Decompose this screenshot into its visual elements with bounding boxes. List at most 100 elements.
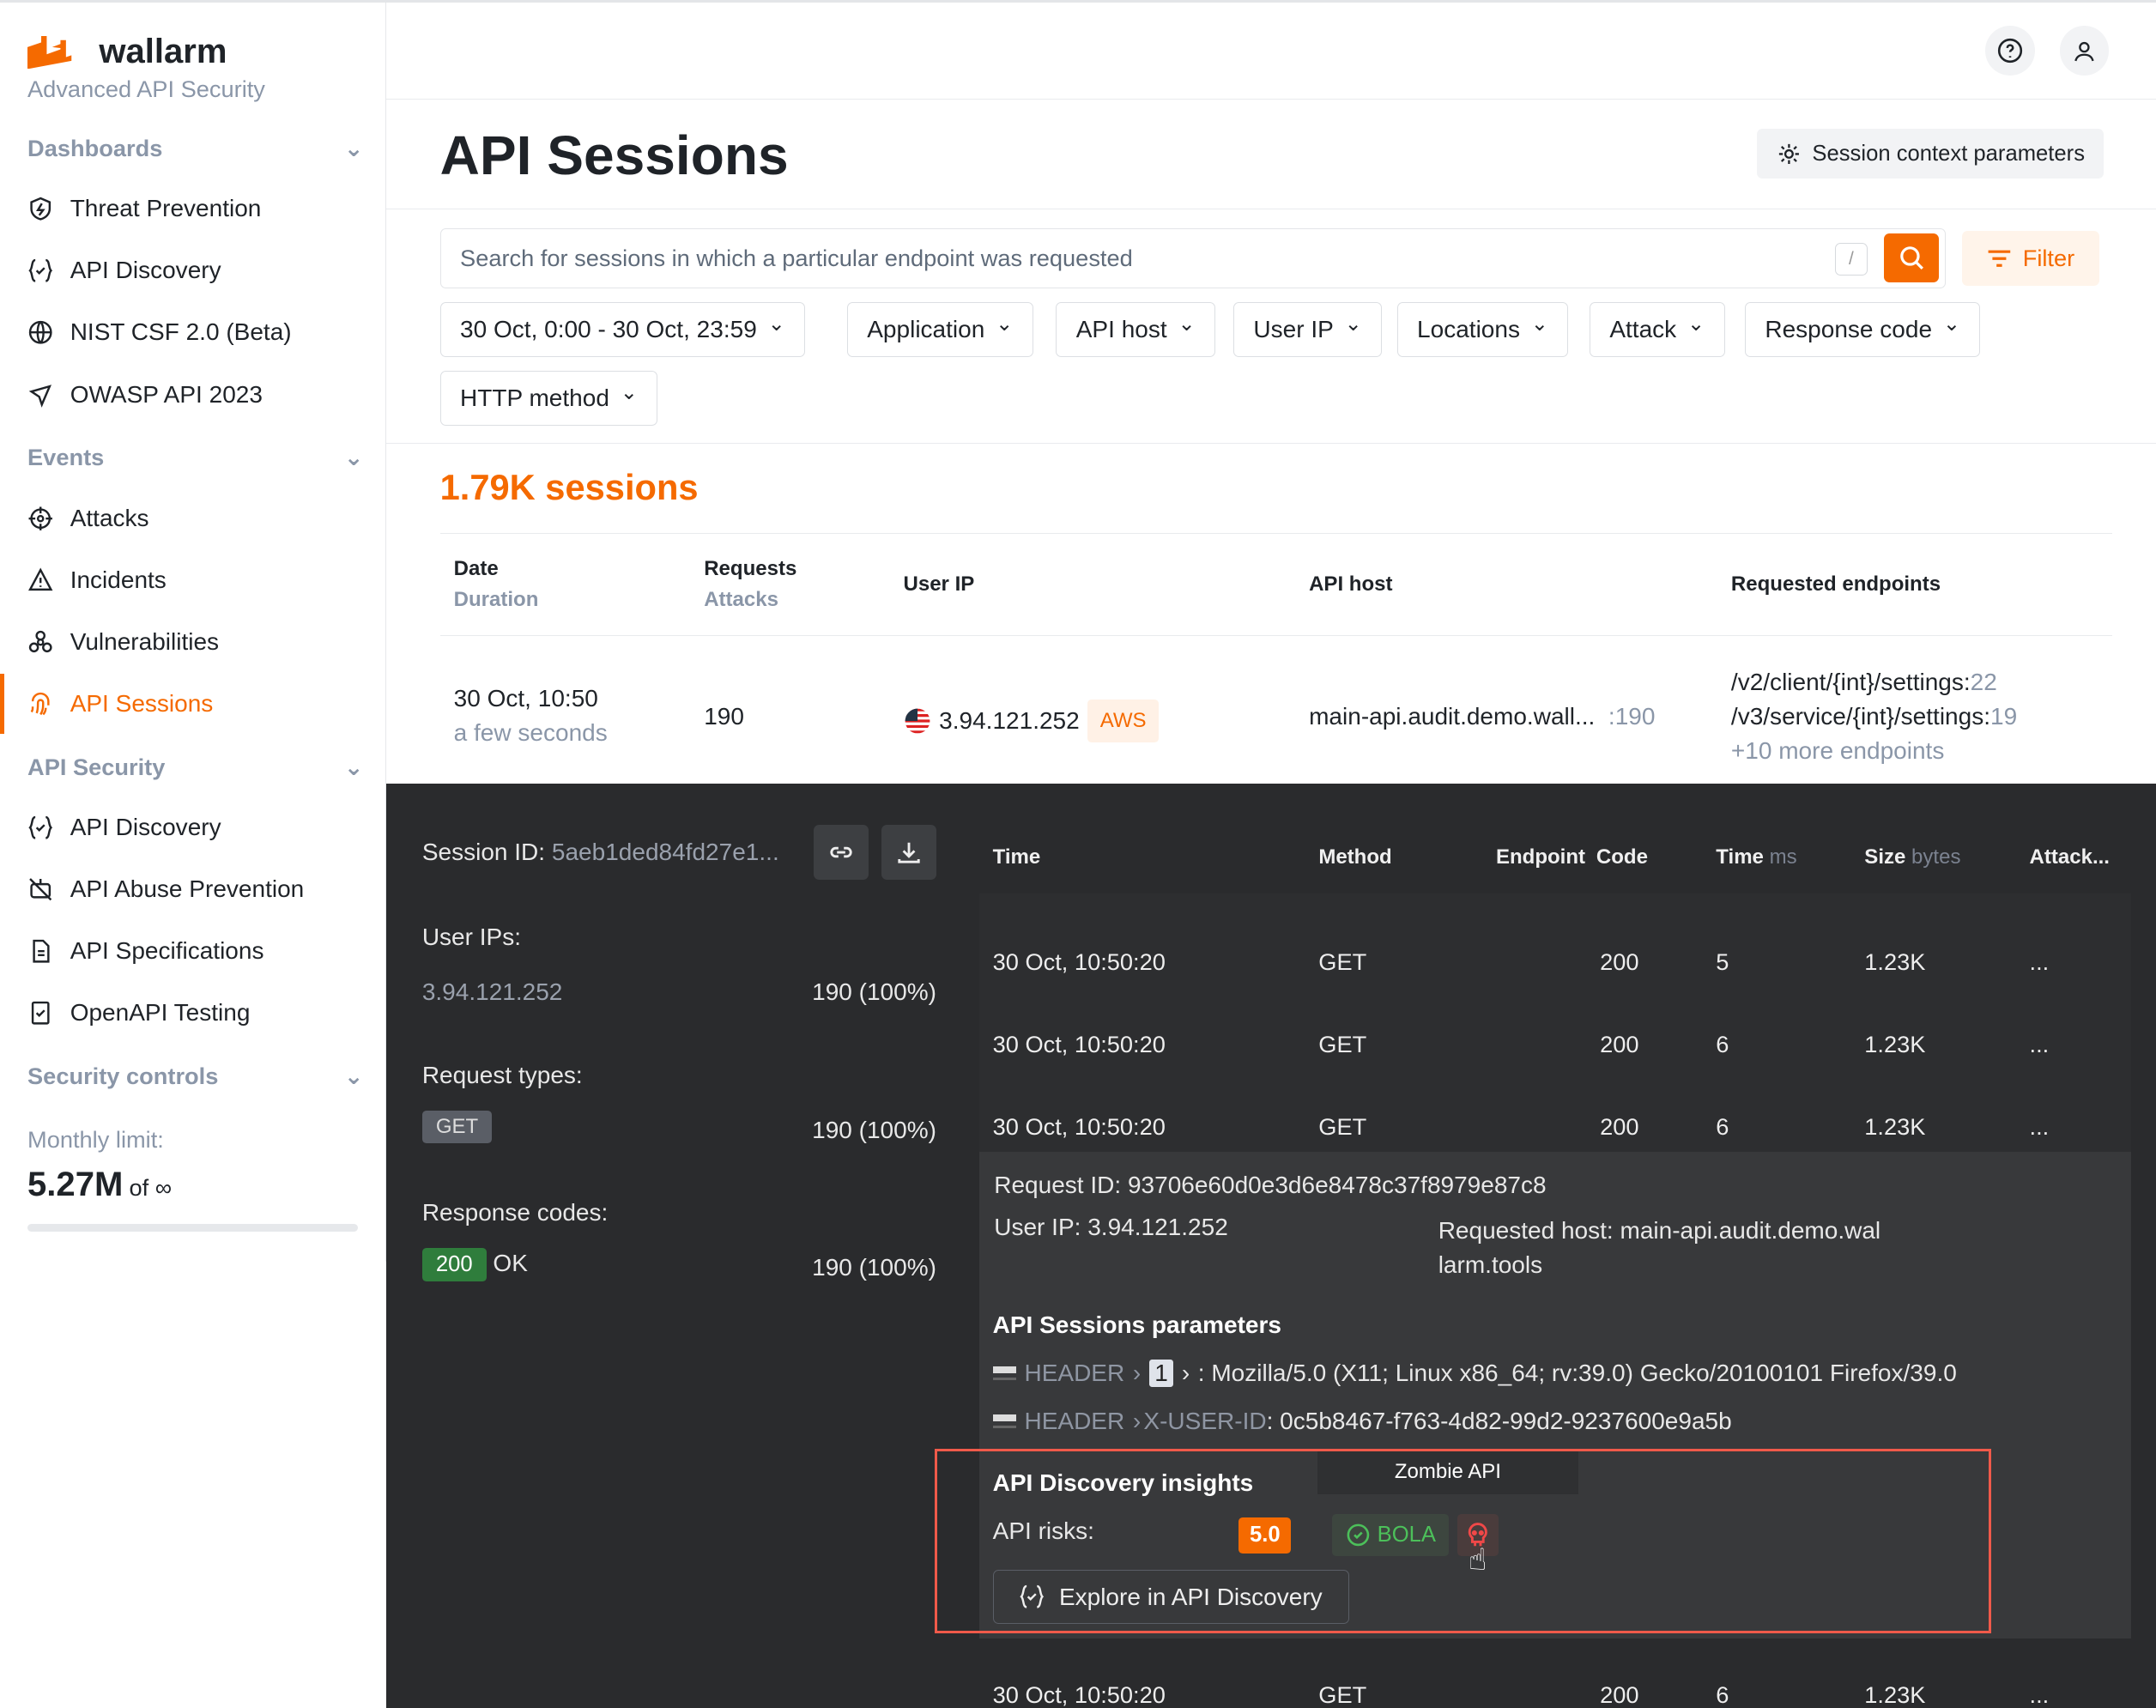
host-count: :190 xyxy=(1608,703,1656,730)
response-code-dropdown[interactable]: Response code xyxy=(1744,302,1981,358)
section-security-controls[interactable]: Security controls ⌄ xyxy=(27,1063,364,1090)
brand-name: wallarm xyxy=(99,33,227,71)
param-source: HEADER xyxy=(1024,1408,1125,1435)
section-dashboards[interactable]: Dashboards ⌄ xyxy=(27,135,364,162)
filter-button[interactable]: Filter xyxy=(1962,230,2100,286)
chevron-down-icon: ⌄ xyxy=(343,1063,364,1090)
label: Session ID: xyxy=(421,839,546,866)
copy-link-button[interactable] xyxy=(814,824,869,881)
cell-size: 1.23K xyxy=(1864,948,1926,976)
header-sub: Duration xyxy=(453,587,539,611)
search-icon xyxy=(1900,246,1924,270)
link-icon xyxy=(830,846,852,858)
divider xyxy=(439,634,2112,636)
col-date[interactable]: Date Duration xyxy=(454,554,539,615)
sidebar-item-owasp[interactable]: OWASP API 2023 xyxy=(27,381,263,409)
sidebar-item-openapi-testing[interactable]: OpenAPI Testing xyxy=(27,999,250,1027)
col-user-ip[interactable]: User IP xyxy=(904,569,975,599)
locations-dropdown[interactable]: Locations xyxy=(1396,302,1569,358)
cell-size: 1.23K xyxy=(1864,1031,1926,1058)
session-context-parameters-button[interactable]: Session context parameters xyxy=(1757,129,2105,179)
user-ip-value[interactable]: 3.94.121.252 xyxy=(422,978,563,1006)
section-api-security[interactable]: API Security ⌄ xyxy=(27,754,364,781)
col-size[interactable]: Size bytes xyxy=(1864,845,1960,869)
section-events[interactable]: Events ⌄ xyxy=(27,444,364,471)
session-row-date[interactable]: 30 Oct, 10:50 a few seconds xyxy=(454,681,608,750)
section-label: Dashboards xyxy=(27,134,163,161)
request-row[interactable]: 30 Oct, 10:50:20 GET 200 6 1.23K... xyxy=(979,1643,2131,1708)
search-button[interactable] xyxy=(1884,233,1940,283)
more-endpoints-link[interactable]: +10 more endpoints xyxy=(1731,734,2017,768)
user-ip-dropdown[interactable]: User IP xyxy=(1232,302,1383,358)
col-time[interactable]: Time xyxy=(993,845,1041,869)
date-range-dropdown[interactable]: 30 Oct, 0:00 - 30 Oct, 23:59 xyxy=(439,302,806,358)
header-sub: Attacks xyxy=(704,587,778,611)
cell-code: 200 xyxy=(1600,948,1639,976)
download-icon xyxy=(898,842,920,863)
col-code[interactable]: Code xyxy=(1596,845,1648,869)
sidebar-item-label: API Discovery xyxy=(70,257,221,284)
request-row[interactable]: 30 Oct, 10:50:20 GET 200 6 1.23K... xyxy=(979,1075,2131,1158)
help-button[interactable] xyxy=(1985,26,2035,76)
cell-time: 30 Oct, 10:50:20 xyxy=(992,948,1166,976)
col-endpoint[interactable]: Endpoint xyxy=(1496,845,1585,869)
sidebar-item-api-sessions[interactable]: API Sessions xyxy=(27,690,213,718)
cell-ms: 6 xyxy=(1716,1113,1729,1141)
param-key: X-USER-ID xyxy=(1143,1408,1267,1435)
api-host: main-api.audit.demo.wall... :190 xyxy=(1309,700,1655,734)
cell-time: 30 Oct, 10:50:20 xyxy=(992,1113,1166,1141)
http-method-dropdown[interactable]: HTTP method xyxy=(439,371,658,427)
sessions-count: 1.79K sessions xyxy=(439,467,699,508)
monthly-limit-bar xyxy=(27,1223,358,1233)
help-icon xyxy=(1998,38,2023,64)
ip-tag: AWS xyxy=(1087,700,1159,742)
sidebar-item-api-specifications[interactable]: API Specifications xyxy=(27,937,263,965)
application-dropdown[interactable]: Application xyxy=(846,302,1033,358)
request-row[interactable]: 30 Oct, 10:50:20 GET 200 6 1.23K... xyxy=(979,992,2131,1075)
active-indicator xyxy=(0,673,4,735)
sidebar-item-incidents[interactable]: Incidents xyxy=(27,566,167,594)
cell-attack: ... xyxy=(2029,948,2050,976)
sidebar-item-api-discovery[interactable]: API Discovery xyxy=(27,257,221,284)
section-label: Events xyxy=(27,444,105,471)
col-duration[interactable]: Time ms xyxy=(1716,845,1796,869)
param-row: HEADER › X-USER-ID: 0c5b8467-f763-4d82-99d… xyxy=(992,1408,1732,1435)
col-method[interactable]: Method xyxy=(1318,845,1391,869)
user-ip-share: 190 (100%) xyxy=(812,978,936,1006)
requested-host: Requested host: main-api.audit.demo.wal … xyxy=(1438,1217,1881,1279)
button-label: Filter xyxy=(2022,244,2075,271)
sidebar-item-api-abuse-prevention[interactable]: API Abuse Prevention xyxy=(27,875,304,903)
sidebar-item-api-discovery-2[interactable]: API Discovery xyxy=(27,814,221,841)
monthly-limit-of: of ∞ xyxy=(129,1174,173,1202)
checklist-icon xyxy=(31,1002,50,1025)
sidebar-item-vulnerabilities[interactable]: Vulnerabilities xyxy=(27,628,219,656)
attack-dropdown[interactable]: Attack xyxy=(1589,302,1725,358)
user-button[interactable] xyxy=(2059,26,2110,76)
biohazard-icon xyxy=(28,630,52,652)
section-label: Security controls xyxy=(27,1063,219,1090)
header-unit: bytes xyxy=(1911,845,1961,869)
sidebar-item-label: Incidents xyxy=(70,566,167,593)
col-requests[interactable]: Requests Attacks xyxy=(704,554,796,615)
sidebar-item-attacks[interactable]: Attacks xyxy=(27,505,149,532)
request-type-share: 190 (100%) xyxy=(812,1116,936,1143)
response-codes-label: Response codes: xyxy=(421,1198,609,1226)
wallarm-logo-icon xyxy=(27,35,72,69)
request-row[interactable]: 30 Oct, 10:50:20 GET 200 5 1.23K... xyxy=(979,910,2131,992)
col-api-host[interactable]: API host xyxy=(1309,569,1392,599)
fingerprint-icon xyxy=(30,692,50,716)
host-value: main-api.audit.demo.wall... xyxy=(1309,703,1596,730)
logo[interactable]: wallarm xyxy=(27,33,227,71)
download-button[interactable] xyxy=(881,824,936,881)
sidebar-item-nist[interactable]: NIST CSF 2.0 (Beta) xyxy=(27,318,292,346)
requested-endpoints: /v2/client/{int}/settings:22 /v3/service… xyxy=(1731,665,2017,768)
search-input[interactable]: Search for sessions in which a particula… xyxy=(439,227,1946,289)
api-host-dropdown[interactable]: API host xyxy=(1056,302,1216,358)
sidebar-item-threat-prevention[interactable]: Threat Prevention xyxy=(27,195,261,222)
header-main: Requests xyxy=(704,557,797,581)
col-endpoints[interactable]: Requested endpoints xyxy=(1731,569,1941,599)
session-id: Session ID: 5aeb1ded84fd27e1... xyxy=(422,839,779,866)
request-types-label: Request types: xyxy=(421,1061,583,1088)
divider xyxy=(439,533,2112,534)
col-attack[interactable]: Attack... xyxy=(2030,845,2110,869)
